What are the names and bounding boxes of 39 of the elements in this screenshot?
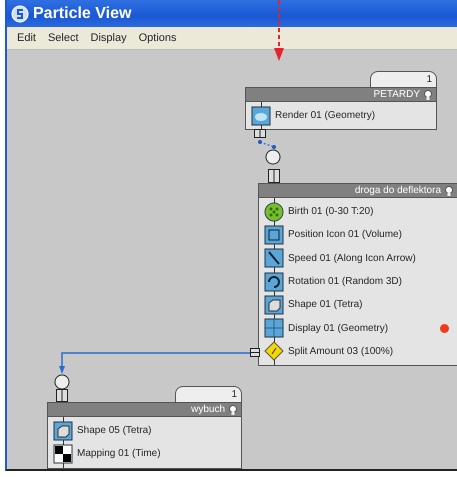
- connection-wire: [256, 138, 278, 151]
- birth-icon: [264, 202, 284, 222]
- input-connector: [268, 169, 280, 183]
- render-icon: [251, 106, 271, 126]
- app-logo-icon: [11, 4, 29, 22]
- bulb-icon[interactable]: [423, 90, 433, 100]
- operator-label[interactable]: Render 01 (Geometry): [275, 108, 376, 124]
- bulb-icon[interactable]: [444, 186, 454, 196]
- speed-icon: [264, 248, 284, 268]
- mapping-icon: [53, 444, 73, 464]
- bulb-icon[interactable]: [228, 404, 238, 414]
- menu-item[interactable]: Display: [84, 30, 133, 46]
- operator-label[interactable]: Shape 05 (Tetra): [77, 423, 152, 438]
- menu-item[interactable]: Options: [132, 30, 183, 46]
- operator-label[interactable]: Display 01 (Geometry): [288, 320, 388, 336]
- operator-label[interactable]: Speed 01 (Along Icon Arrow): [288, 250, 416, 266]
- annotation-arrow: [273, 0, 285, 62]
- operator-label[interactable]: Shape 01 (Tetra): [288, 297, 362, 312]
- operator-label[interactable]: Position Icon 01 (Volume): [288, 227, 402, 242]
- display-icon: [264, 318, 284, 338]
- event-name: PETARDY: [374, 88, 420, 102]
- menu-item[interactable]: Edit: [11, 30, 42, 46]
- operator-label[interactable]: Rotation 01 (Random 3D): [288, 274, 402, 290]
- rotation-icon: [264, 272, 284, 292]
- event-header[interactable]: wybuch: [47, 402, 242, 416]
- input-socket: [265, 149, 281, 165]
- operator-label[interactable]: Birth 01 (0-30 T:20): [288, 204, 374, 220]
- event-name: wybuch: [191, 403, 225, 417]
- operator-label[interactable]: Split Amount 03 (100%): [288, 344, 394, 359]
- event-header[interactable]: PETARDY: [245, 87, 437, 101]
- event-name: droga do deflektora: [354, 184, 441, 198]
- position-icon: [264, 224, 284, 245]
- status-dot: [440, 324, 449, 333]
- input-socket: [54, 374, 70, 390]
- window-title: Particle View: [33, 4, 132, 24]
- event-header[interactable]: droga do deflektora: [258, 183, 457, 197]
- input-connector: [56, 389, 68, 402]
- menu-item[interactable]: Select: [42, 30, 85, 46]
- operator-label[interactable]: Mapping 01 (Time): [77, 446, 161, 462]
